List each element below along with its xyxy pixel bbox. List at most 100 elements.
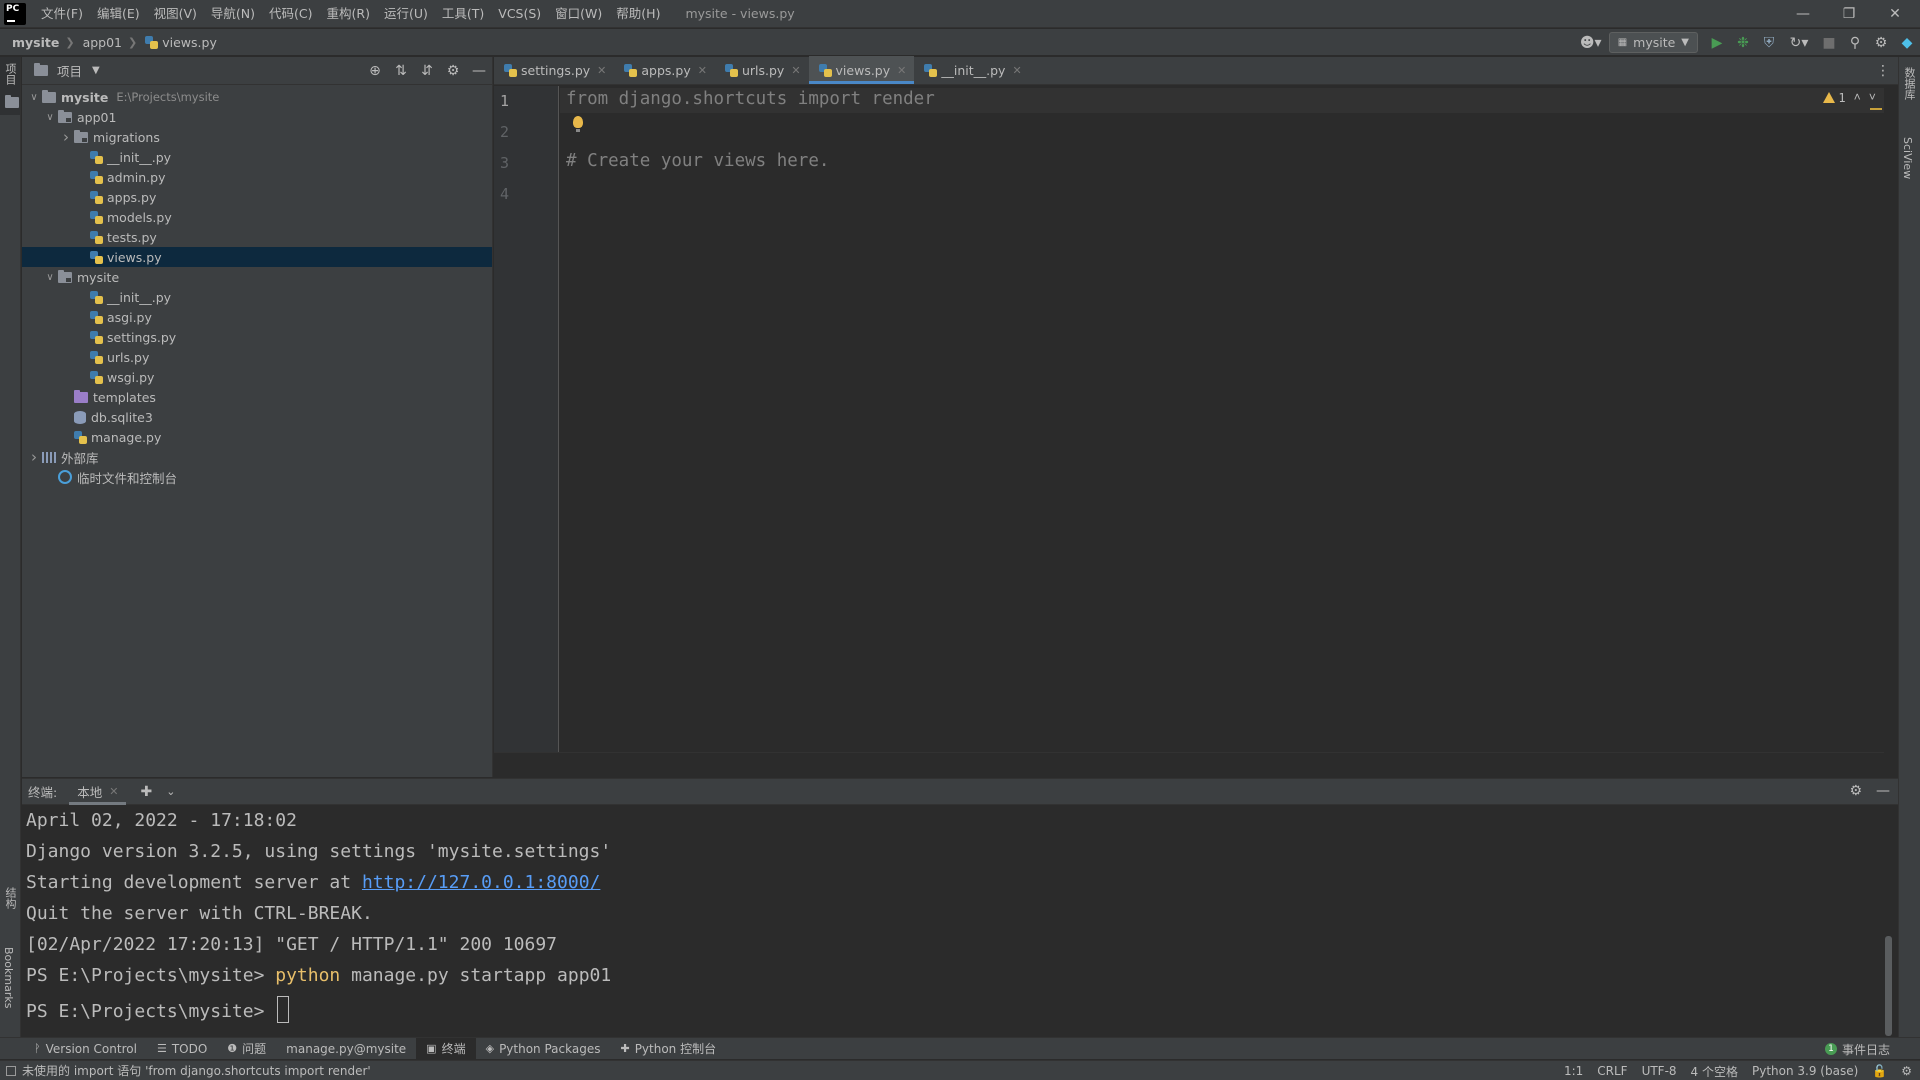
previous-highlight-icon[interactable]: ˄ [1854, 90, 1861, 105]
terminal-prompt[interactable]: PS E:\Projects\mysite> [26, 996, 290, 1023]
menu-run[interactable]: 运行(U) [377, 0, 435, 28]
breadcrumb-app01[interactable]: app01 ❯ [75, 35, 138, 50]
terminal-output[interactable]: April 02, 2022 - 17:18:02 Django version… [22, 806, 1898, 1037]
editor-tab[interactable]: apps.py ✕ [614, 56, 715, 84]
run-icon[interactable]: ▶ [1704, 29, 1730, 56]
user-account-icon[interactable]: ☻▾ [1573, 29, 1609, 56]
minimize-icon[interactable]: — [1780, 0, 1826, 28]
editor-tab[interactable]: urls.py ✕ [715, 56, 809, 84]
menu-file[interactable]: 文件(F) [34, 0, 90, 28]
debug-icon[interactable]: ❉ [1730, 29, 1756, 56]
project-view-selector[interactable]: 项目 [57, 61, 82, 80]
event-log-button[interactable]: 1 事件日志 [1824, 1038, 1890, 1060]
hide-panel-icon[interactable]: — [1876, 783, 1890, 799]
inspection-widget[interactable]: 1 ˄ ˅ [1823, 90, 1876, 105]
profile-icon[interactable]: ↻▾ [1782, 29, 1816, 56]
tree-item[interactable]: __init__.py [22, 147, 492, 167]
expand-all-icon[interactable]: ⇅ [388, 63, 414, 79]
run-configuration-dropdown[interactable]: ▦ mysite ▼ [1608, 32, 1698, 53]
tree-item[interactable]: ∨ mysite [22, 267, 492, 287]
tool-window-button[interactable]: manage.py@mysite [276, 1038, 416, 1060]
stripe-sciview-tab[interactable]: SciView [1901, 137, 1914, 179]
close-icon[interactable]: ✕ [897, 64, 906, 77]
stripe-project-tab[interactable]: 项目 [2, 63, 18, 85]
search-icon[interactable]: ⚲ [1842, 29, 1868, 56]
tree-item[interactable]: asgi.py [22, 307, 492, 327]
close-icon[interactable]: ✕ [597, 64, 606, 77]
tree-item[interactable]: settings.py [22, 327, 492, 347]
menu-code[interactable]: 代码(C) [262, 0, 319, 28]
close-icon[interactable]: ✕ [698, 64, 707, 77]
editor-horizontal-scrollbar[interactable] [494, 752, 1884, 777]
stripe-database-tab[interactable]: 数据库 [1901, 67, 1917, 100]
close-icon[interactable]: ✕ [791, 64, 800, 77]
editor-tab[interactable]: settings.py ✕ [494, 56, 614, 84]
intention-bulb-icon[interactable] [573, 116, 583, 132]
tool-window-button[interactable]: ❶ 问题 [217, 1038, 276, 1060]
chevron-down-icon[interactable]: ∨ [42, 272, 58, 283]
tree-item[interactable]: apps.py [22, 187, 492, 207]
tree-item[interactable]: __init__.py [22, 287, 492, 307]
file-encoding[interactable]: UTF-8 [1642, 1064, 1677, 1078]
tree-item[interactable]: › 外部库 [22, 447, 492, 467]
tree-item[interactable]: views.py [22, 247, 492, 267]
menu-tools[interactable]: 工具(T) [435, 0, 491, 28]
tree-item[interactable]: 临时文件和控制台 [22, 467, 492, 487]
menu-view[interactable]: 视图(V) [147, 0, 204, 28]
coverage-icon[interactable]: ⛨ [1756, 29, 1782, 56]
collapse-all-icon[interactable]: ⇵ [414, 63, 440, 79]
chevron-down-icon[interactable]: ∨ [26, 92, 42, 103]
editor-tab[interactable]: views.py ✕ [808, 56, 915, 84]
python-interpreter[interactable]: Python 3.9 (base) [1752, 1064, 1858, 1078]
new-terminal-icon[interactable]: ✚ [140, 784, 152, 800]
tree-item[interactable]: manage.py [22, 427, 492, 447]
tree-item[interactable]: db.sqlite3 [22, 407, 492, 427]
toggle-tool-windows-icon[interactable] [6, 1065, 16, 1076]
jetbrains-toolbox-icon[interactable]: ◆ [1894, 29, 1920, 56]
line-separator[interactable]: CRLF [1597, 1064, 1627, 1078]
caret-position[interactable]: 1:1 [1564, 1064, 1583, 1078]
chevron-down-icon[interactable]: ∨ [42, 112, 58, 123]
server-url-link[interactable]: http://127.0.0.1:8000/ [362, 872, 600, 893]
close-icon[interactable]: ✕ [1012, 64, 1021, 77]
settings-gear-icon[interactable]: ⚙ [1868, 29, 1894, 56]
tree-item[interactable]: ∨ app01 [22, 107, 492, 127]
menu-edit[interactable]: 编辑(E) [90, 0, 147, 28]
gear-icon[interactable]: ⚙ [1849, 783, 1862, 799]
menu-navigate[interactable]: 导航(N) [204, 0, 262, 28]
stripe-bookmarks-tab[interactable]: Bookmarks [2, 947, 15, 1008]
breadcrumb-project[interactable]: mysite ❯ [0, 35, 75, 50]
breadcrumb-file[interactable]: views.py [137, 35, 217, 50]
locate-file-icon[interactable]: ⊕ [362, 63, 388, 79]
chevron-right-icon[interactable]: › [58, 128, 74, 146]
close-icon[interactable]: ✕ [109, 785, 118, 798]
lock-icon[interactable]: 🔓 [1872, 1064, 1887, 1078]
tool-window-button[interactable]: ◈ Python Packages [476, 1038, 611, 1060]
chevron-right-icon[interactable]: › [26, 448, 42, 466]
tree-item[interactable]: › migrations [22, 127, 492, 147]
notifications-icon[interactable]: ⚙ [1901, 1064, 1912, 1078]
tree-item[interactable]: urls.py [22, 347, 492, 367]
tree-item[interactable]: tests.py [22, 227, 492, 247]
menu-window[interactable]: 窗口(W) [548, 0, 609, 28]
tree-item[interactable]: wsgi.py [22, 367, 492, 387]
editor-tab[interactable]: __init__.py ✕ [914, 56, 1029, 84]
code-editor[interactable]: 1 ˄ ˅ from django.shortcuts import rende… [560, 86, 1884, 752]
tool-window-button[interactable]: ᚹ Version Control [24, 1038, 147, 1060]
terminal-tab-local[interactable]: 本地 ✕ [69, 779, 127, 805]
restore-icon[interactable]: ❐ [1826, 0, 1872, 28]
chevron-down-icon[interactable]: ⌄ [166, 785, 175, 798]
warning-stripe-mark[interactable] [1870, 108, 1882, 110]
tree-item[interactable]: templates [22, 387, 492, 407]
stripe-structure-tab[interactable]: 结构 [2, 887, 18, 909]
chevron-down-icon[interactable]: ▼ [92, 65, 100, 76]
menu-refactor[interactable]: 重构(R) [320, 0, 377, 28]
terminal-scrollbar[interactable] [1885, 936, 1892, 1036]
close-window-icon[interactable]: ✕ [1872, 0, 1918, 28]
more-tabs-icon[interactable]: ⋮ [1876, 63, 1890, 79]
tree-item[interactable]: models.py [22, 207, 492, 227]
tree-item[interactable]: ∨ mysite E:\Projects\mysite [22, 87, 492, 107]
tool-window-button[interactable]: ✚ Python 控制台 [610, 1038, 726, 1060]
menu-vcs[interactable]: VCS(S) [491, 0, 548, 28]
indent-setting[interactable]: 4 个空格 [1691, 1063, 1738, 1080]
